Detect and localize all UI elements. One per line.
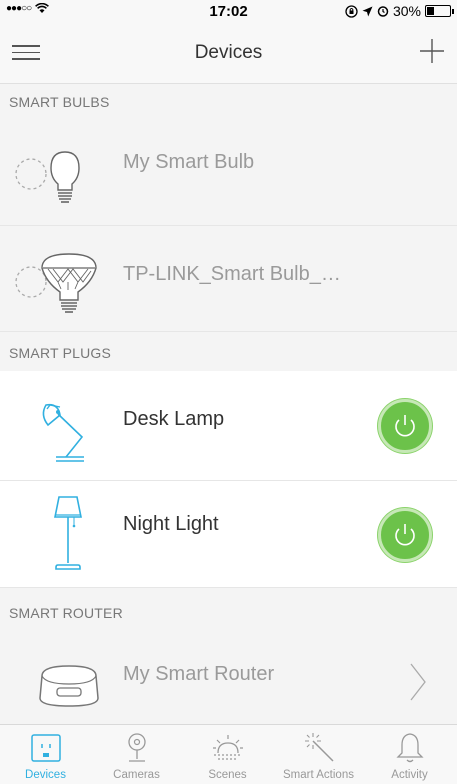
tab-bar: Devices Cameras Scenes Smart Actions Act… <box>0 724 457 784</box>
device-name: Night Light <box>123 513 219 535</box>
rotation-lock-icon <box>345 4 358 18</box>
section-header-smart-bulbs: SMART BULBS <box>0 84 457 120</box>
tab-label: Scenes <box>208 769 247 781</box>
battery-percent: 30% <box>392 3 421 19</box>
power-icon <box>395 415 415 437</box>
tab-scenes[interactable]: Scenes <box>182 725 273 784</box>
device-name: Desk Lamp <box>123 408 225 430</box>
battery-icon <box>425 5 454 17</box>
router-icon <box>39 665 99 707</box>
chevron-right-icon[interactable] <box>409 662 427 702</box>
power-toggle-button[interactable] <box>378 508 432 562</box>
nav-bar: Devices <box>0 22 457 84</box>
alarm-icon <box>377 6 389 17</box>
magic-wand-tab-icon <box>304 733 334 762</box>
device-row-my-smart-bulb[interactable]: My Smart Bulb <box>0 120 457 226</box>
section-header-smart-plugs: SMART PLUGS <box>0 332 457 371</box>
br30-bulb-icon <box>15 253 97 313</box>
tab-activity[interactable]: Activity <box>364 725 455 784</box>
devices-tab-icon <box>30 734 61 762</box>
device-name: TP-LINK_Smart Bulb_… <box>123 263 341 285</box>
add-device-button[interactable] <box>417 36 447 66</box>
desk-lamp-icon <box>42 403 84 462</box>
device-name: My Smart Bulb <box>123 151 255 173</box>
status-bar: ●●●○○ 17:02 30% <box>0 0 457 22</box>
section-header-smart-router: SMART ROUTER <box>0 588 457 636</box>
tab-devices[interactable]: Devices <box>0 725 91 784</box>
device-row-night-light[interactable]: Night Light <box>0 481 457 588</box>
floor-lamp-icon <box>54 496 82 570</box>
bell-tab-icon <box>395 733 424 763</box>
power-toggle-button[interactable] <box>378 399 432 453</box>
device-row-my-smart-router[interactable]: My Smart Router <box>0 636 457 724</box>
bulb-icon <box>15 151 80 203</box>
device-name: My Smart Router <box>123 663 275 685</box>
tab-label: Cameras <box>113 769 160 781</box>
camera-tab-icon <box>127 733 146 762</box>
device-row-tp-link-smart-bulb[interactable]: TP-LINK_Smart Bulb_… <box>0 226 457 332</box>
tab-smart-actions[interactable]: Smart Actions <box>273 725 364 784</box>
location-arrow-icon <box>362 6 373 16</box>
status-right: 30% <box>345 3 454 19</box>
tab-cameras[interactable]: Cameras <box>91 725 182 784</box>
tab-label: Activity <box>391 769 428 781</box>
tab-label: Devices <box>25 769 66 781</box>
page-title: Devices <box>194 42 263 63</box>
device-row-desk-lamp[interactable]: Desk Lamp <box>0 371 457 481</box>
power-icon <box>395 524 415 546</box>
tab-label: Smart Actions <box>283 769 354 781</box>
sunrise-tab-icon <box>212 735 243 760</box>
